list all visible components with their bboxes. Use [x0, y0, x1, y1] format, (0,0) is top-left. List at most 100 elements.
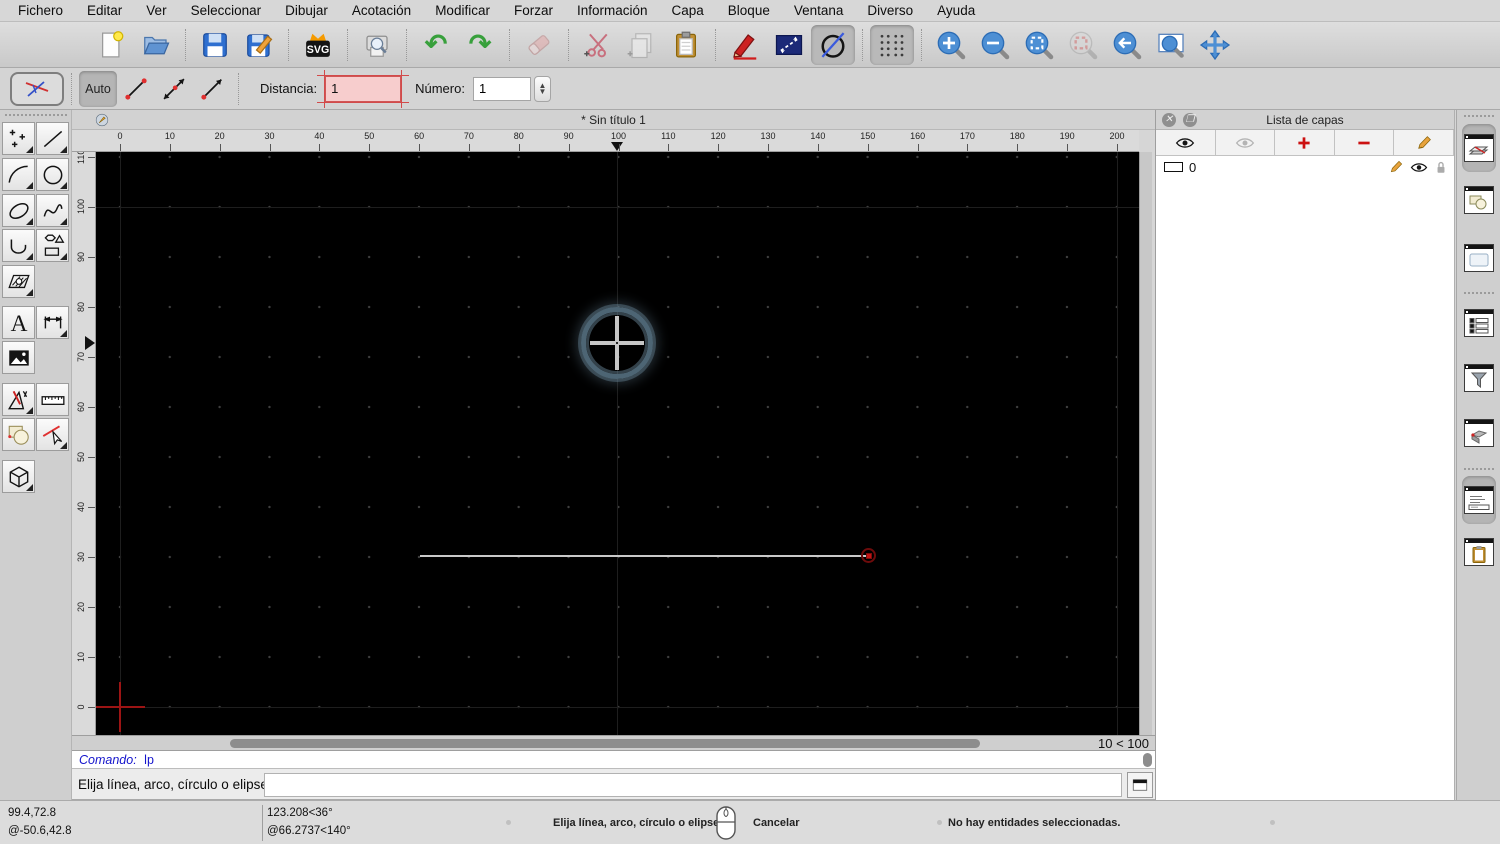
dock-toggle-clipboard[interactable]	[1462, 532, 1496, 572]
polyline-tool-button[interactable]	[2, 229, 35, 262]
close-icon[interactable]: ✕	[1162, 113, 1176, 127]
number-input[interactable]	[472, 76, 531, 101]
line-entity[interactable]	[420, 555, 868, 557]
horizontal-scrollbar-thumb[interactable]	[230, 739, 980, 748]
image-tool-button[interactable]	[2, 341, 35, 374]
menu-item-editar[interactable]: Editar	[75, 0, 134, 22]
distance-input[interactable]	[325, 75, 402, 102]
number-stepper[interactable]: ▲ ▼	[533, 75, 551, 102]
menu-bar: Fichero Editar Ver Seleccionar Dibujar Acotac…	[0, 0, 1500, 22]
absolute-coordinates: 99.4,72.8	[8, 807, 56, 819]
menu-item-forzar[interactable]: Forzar	[502, 0, 565, 22]
save-as-button[interactable]	[237, 25, 281, 65]
line-tool-button[interactable]	[36, 122, 69, 155]
arc-tool-button[interactable]	[2, 158, 35, 191]
dock-toggle-block-list[interactable]	[1462, 180, 1496, 220]
measure-distance-button[interactable]	[767, 25, 811, 65]
layer-row[interactable]: 0	[1156, 156, 1454, 178]
measure-tool-button[interactable]	[36, 383, 69, 416]
undo-button[interactable]: ↶	[414, 25, 458, 65]
zoom-auto-button[interactable]	[1017, 25, 1061, 65]
draft-mode-button[interactable]	[811, 24, 855, 65]
select-entity-tool-button[interactable]	[36, 418, 69, 451]
menu-item-información[interactable]: Información	[565, 0, 660, 22]
remove-layer-button[interactable]	[1334, 130, 1395, 156]
menu-item-bloque[interactable]: Bloque	[716, 0, 782, 22]
new-document-button[interactable]	[90, 25, 134, 65]
zoom-selection-button[interactable]	[1061, 25, 1105, 65]
undock-icon[interactable]: ❐	[1183, 113, 1197, 127]
menu-item-fichero[interactable]: Fichero	[6, 0, 75, 22]
palette-drag-handle[interactable]	[5, 114, 67, 116]
ellipse-tool-button[interactable]	[2, 194, 35, 227]
show-all-layers-button[interactable]	[1156, 130, 1216, 156]
add-layer-button[interactable]	[1275, 130, 1335, 156]
hide-all-layers-button[interactable]	[1215, 130, 1276, 156]
export-svg-button[interactable]: SVG	[296, 25, 340, 65]
command-history-value: lp	[144, 753, 154, 767]
snap-selector-button[interactable]	[10, 71, 64, 106]
dock-strip-handle[interactable]	[1464, 115, 1494, 117]
save-button[interactable]	[193, 25, 237, 65]
circle-tool-button[interactable]	[36, 158, 69, 191]
zoom-in-button[interactable]	[929, 25, 973, 65]
vertical-scrollbar[interactable]	[1139, 152, 1152, 735]
print-preview-button[interactable]	[355, 25, 399, 65]
absolute-polar-coordinates: 123.208<36°	[267, 807, 333, 819]
copy-button[interactable]	[620, 25, 664, 65]
layer-color-swatch[interactable]	[1164, 162, 1183, 172]
menu-item-seleccionar[interactable]: Seleccionar	[179, 0, 274, 22]
polygon-tool-button[interactable]	[36, 229, 69, 262]
menu-item-diverso[interactable]: Diverso	[855, 0, 925, 22]
h-ruler-label: 170	[959, 131, 975, 141]
dock-toggle-property-editor[interactable]	[1462, 413, 1496, 453]
menu-item-acotación[interactable]: Acotación	[340, 0, 423, 22]
hatch-tool-button[interactable]	[2, 265, 35, 298]
dock-toggle-library-browser[interactable]	[1462, 238, 1496, 278]
dock-toggle-layer-list[interactable]	[1462, 124, 1496, 172]
line-two-points-button[interactable]	[117, 71, 155, 107]
order-tool-button[interactable]	[2, 418, 35, 451]
points-tool-button[interactable]	[2, 122, 35, 155]
line-start-point-button[interactable]	[193, 71, 231, 107]
command-options-button[interactable]	[1127, 772, 1153, 798]
dock-toggle-entity-list[interactable]	[1462, 303, 1496, 343]
open-document-button[interactable]	[134, 25, 178, 65]
origin-marker	[119, 682, 121, 732]
redo-button[interactable]: ↷	[458, 25, 502, 65]
horizontal-scrollbar[interactable]: 10 < 100	[72, 735, 1155, 751]
3d-box-tool-button[interactable]	[2, 460, 35, 493]
dimension-tool-button[interactable]	[36, 306, 69, 339]
menu-item-ventana[interactable]: Ventana	[782, 0, 856, 22]
auto-mode-button[interactable]: Auto	[79, 70, 117, 107]
toggle-grid-button[interactable]	[870, 24, 914, 65]
misc-draw-tool-button[interactable]	[2, 383, 35, 416]
menu-item-modificar[interactable]: Modificar	[423, 0, 502, 22]
zoom-window-button[interactable]	[1149, 25, 1193, 65]
menu-item-capa[interactable]: Capa	[660, 0, 716, 22]
menu-item-ayuda[interactable]: Ayuda	[925, 0, 987, 22]
edit-pencil-button[interactable]	[723, 25, 767, 65]
layer-edit-pencil-icon[interactable]	[1388, 159, 1404, 175]
command-history-scrollbar[interactable]	[1143, 753, 1152, 767]
text-tool-button[interactable]: A	[2, 306, 35, 339]
line-midpoint-button[interactable]	[155, 71, 193, 107]
zoom-previous-button[interactable]	[1105, 25, 1149, 65]
drawing-canvas[interactable]	[96, 152, 1139, 735]
dock-toggle-command-line[interactable]	[1462, 476, 1496, 524]
paste-button[interactable]	[664, 25, 708, 65]
command-input[interactable]	[264, 773, 1122, 797]
spline-tool-button[interactable]	[36, 194, 69, 227]
edit-layer-button[interactable]	[1394, 130, 1454, 156]
dock-toggle-filter[interactable]	[1462, 358, 1496, 398]
menu-item-ver[interactable]: Ver	[134, 0, 178, 22]
h-ruler-label: 110	[661, 131, 676, 141]
cut-button[interactable]	[576, 25, 620, 65]
pan-button[interactable]	[1193, 25, 1237, 65]
menu-item-dibujar[interactable]: Dibujar	[273, 0, 340, 22]
eraser-button[interactable]	[517, 25, 561, 65]
layer-visible-eye-icon[interactable]	[1410, 161, 1428, 174]
document-title-bar[interactable]: * Sin título 1	[72, 110, 1155, 130]
zoom-out-button[interactable]	[973, 25, 1017, 65]
layer-lock-icon[interactable]	[1434, 160, 1448, 175]
